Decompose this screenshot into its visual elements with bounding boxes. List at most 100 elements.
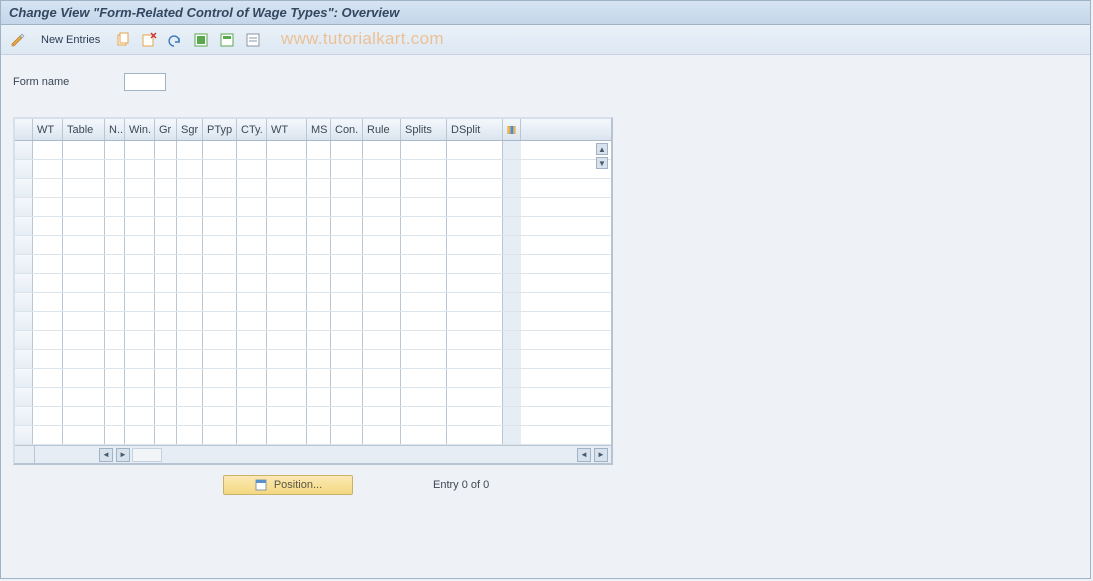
cell-splits[interactable] [401, 179, 447, 197]
cell-gr[interactable] [155, 179, 177, 197]
row-selector[interactable] [15, 160, 33, 178]
cell-win[interactable] [125, 350, 155, 368]
cell-rule[interactable] [363, 350, 401, 368]
col-header-ms[interactable]: MS [307, 119, 331, 140]
cell-wt2[interactable] [267, 293, 307, 311]
cell-gr[interactable] [155, 350, 177, 368]
cell-rule[interactable] [363, 312, 401, 330]
cell-wt1[interactable] [33, 407, 63, 425]
cell-ptyp[interactable] [203, 312, 237, 330]
cell-wt2[interactable] [267, 331, 307, 349]
cell-wt2[interactable] [267, 179, 307, 197]
cell-splits[interactable] [401, 293, 447, 311]
col-header-n[interactable]: N.. [105, 119, 125, 140]
cell-wt1[interactable] [33, 426, 63, 444]
cell-win[interactable] [125, 217, 155, 235]
cell-n[interactable] [105, 426, 125, 444]
cell-wt2[interactable] [267, 350, 307, 368]
cell-ms[interactable] [307, 331, 331, 349]
cell-dsplit[interactable] [447, 160, 503, 178]
scroll-left-icon[interactable]: ◄ [99, 448, 113, 462]
row-selector[interactable] [15, 312, 33, 330]
row-selector[interactable] [15, 179, 33, 197]
cell-rule[interactable] [363, 179, 401, 197]
cell-ms[interactable] [307, 255, 331, 273]
cell-splits[interactable] [401, 217, 447, 235]
cell-ptyp[interactable] [203, 141, 237, 159]
cell-rule[interactable] [363, 369, 401, 387]
cell-cty[interactable] [237, 293, 267, 311]
cell-cty[interactable] [237, 160, 267, 178]
cell-wt2[interactable] [267, 217, 307, 235]
select-block-icon[interactable] [216, 29, 238, 51]
cell-sgr[interactable] [177, 331, 203, 349]
cell-rule[interactable] [363, 407, 401, 425]
cell-splits[interactable] [401, 198, 447, 216]
cell-con[interactable] [331, 160, 363, 178]
scroll-right-icon[interactable]: ► [116, 448, 130, 462]
cell-n[interactable] [105, 274, 125, 292]
cell-gr[interactable] [155, 141, 177, 159]
cell-con[interactable] [331, 198, 363, 216]
cell-cty[interactable] [237, 388, 267, 406]
cell-sgr[interactable] [177, 179, 203, 197]
cell-dsplit[interactable] [447, 388, 503, 406]
cell-n[interactable] [105, 179, 125, 197]
cell-con[interactable] [331, 293, 363, 311]
cell-splits[interactable] [401, 160, 447, 178]
scroll-up-icon[interactable]: ▲ [596, 143, 608, 155]
cell-cty[interactable] [237, 312, 267, 330]
row-selector-header[interactable] [15, 119, 33, 140]
cell-sgr[interactable] [177, 217, 203, 235]
cell-cty[interactable] [237, 369, 267, 387]
cell-wt2[interactable] [267, 312, 307, 330]
cell-dsplit[interactable] [447, 331, 503, 349]
cell-con[interactable] [331, 274, 363, 292]
cell-n[interactable] [105, 236, 125, 254]
cell-gr[interactable] [155, 198, 177, 216]
cell-dsplit[interactable] [447, 350, 503, 368]
cell-ptyp[interactable] [203, 369, 237, 387]
toggle-display-change-icon[interactable] [7, 29, 29, 51]
cell-ms[interactable] [307, 312, 331, 330]
cell-con[interactable] [331, 179, 363, 197]
cell-gr[interactable] [155, 236, 177, 254]
cell-ms[interactable] [307, 388, 331, 406]
cell-table[interactable] [63, 331, 105, 349]
row-selector[interactable] [15, 255, 33, 273]
cell-ms[interactable] [307, 236, 331, 254]
cell-ms[interactable] [307, 274, 331, 292]
cell-ms[interactable] [307, 179, 331, 197]
cell-wt2[interactable] [267, 255, 307, 273]
cell-rule[interactable] [363, 198, 401, 216]
cell-rule[interactable] [363, 274, 401, 292]
cell-wt1[interactable] [33, 274, 63, 292]
cell-win[interactable] [125, 407, 155, 425]
cell-wt1[interactable] [33, 255, 63, 273]
col-header-splits[interactable]: Splits [401, 119, 447, 140]
cell-ms[interactable] [307, 293, 331, 311]
cell-wt2[interactable] [267, 141, 307, 159]
cell-dsplit[interactable] [447, 312, 503, 330]
row-selector[interactable] [15, 274, 33, 292]
position-button[interactable]: Position... [223, 475, 353, 495]
cell-ptyp[interactable] [203, 388, 237, 406]
col-header-gr[interactable]: Gr [155, 119, 177, 140]
cell-n[interactable] [105, 369, 125, 387]
cell-sgr[interactable] [177, 274, 203, 292]
cell-ptyp[interactable] [203, 274, 237, 292]
cell-sgr[interactable] [177, 255, 203, 273]
form-name-input[interactable] [124, 73, 166, 91]
cell-gr[interactable] [155, 274, 177, 292]
cell-n[interactable] [105, 388, 125, 406]
cell-ms[interactable] [307, 160, 331, 178]
cell-splits[interactable] [401, 141, 447, 159]
cell-rule[interactable] [363, 426, 401, 444]
cell-win[interactable] [125, 141, 155, 159]
col-header-rule[interactable]: Rule [363, 119, 401, 140]
cell-wt1[interactable] [33, 217, 63, 235]
cell-splits[interactable] [401, 407, 447, 425]
cell-gr[interactable] [155, 217, 177, 235]
cell-table[interactable] [63, 388, 105, 406]
cell-win[interactable] [125, 426, 155, 444]
